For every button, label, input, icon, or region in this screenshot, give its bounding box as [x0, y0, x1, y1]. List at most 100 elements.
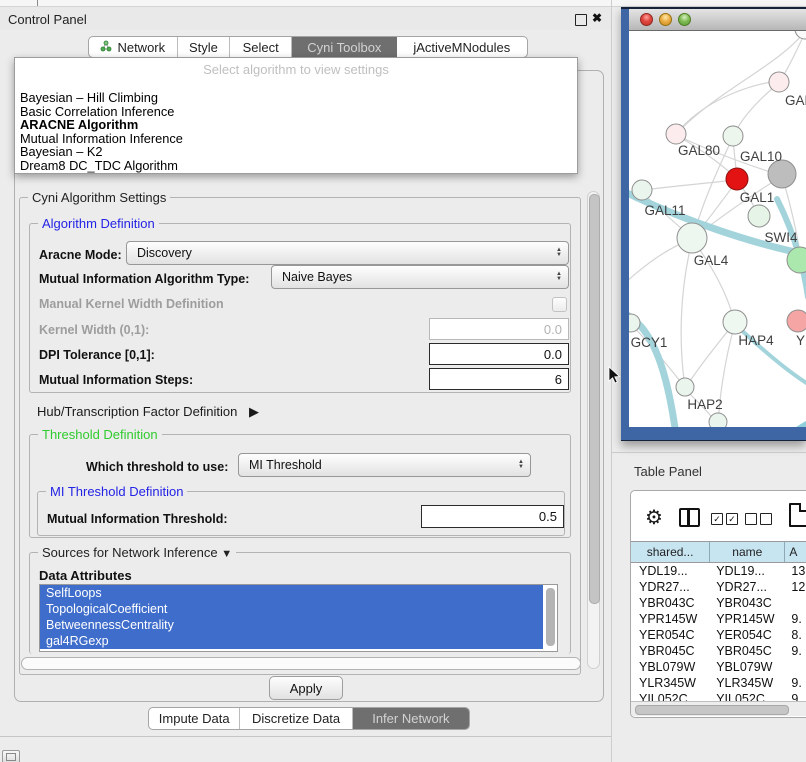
network-node-label: GCY1 — [631, 335, 668, 350]
network-node[interactable] — [709, 413, 727, 427]
network-node-gcy1[interactable] — [629, 314, 640, 332]
network-window-titlebar[interactable] — [629, 9, 806, 31]
unchecked-checkbox-icon[interactable] — [745, 513, 757, 525]
kernel-width-input[interactable]: 0.0 — [429, 318, 569, 340]
column-header-name[interactable]: name — [710, 541, 785, 563]
which-threshold-dropdown[interactable]: MI Threshold ▲▼ — [238, 453, 531, 477]
attributes-scrollbar-thumb[interactable] — [546, 588, 555, 646]
algorithm-item-bayesian-k2[interactable]: Bayesian – K2 — [15, 145, 577, 159]
threshold-definition-legend: Threshold Definition — [38, 427, 162, 442]
aracne-mode-dropdown[interactable]: Discovery ▲▼ — [126, 241, 569, 265]
attribute-item-selfloops[interactable]: SelfLoops — [40, 585, 543, 601]
bottom-tab-impute-data[interactable]: Impute Data — [149, 708, 240, 729]
attribute-item-topologicalcoefficient[interactable]: TopologicalCoefficient — [40, 601, 543, 617]
unchecked-checkbox-icon[interactable] — [760, 513, 772, 525]
network-node-gal10[interactable] — [723, 126, 743, 146]
network-node-gal4[interactable] — [677, 223, 707, 253]
network-node-gal11[interactable] — [632, 180, 652, 200]
data-attributes-label: Data Attributes — [39, 568, 132, 583]
network-graph: GALGAL80GAL10GAL1GAL11SWI4GAL4GCY1HAP4YH… — [629, 31, 806, 427]
network-node-swi4[interactable] — [748, 205, 770, 227]
window-zoom-traffic-icon[interactable] — [678, 13, 691, 26]
settings-horizontal-scrollbar[interactable] — [21, 657, 581, 670]
network-node[interactable] — [768, 160, 796, 188]
network-node-gal1[interactable] — [726, 168, 748, 190]
network-node-hap2[interactable] — [676, 378, 694, 396]
network-canvas[interactable]: GALGAL80GAL10GAL1GAL11SWI4GAL4GCY1HAP4YH… — [629, 31, 806, 427]
tab-select[interactable]: Select — [230, 37, 292, 57]
sources-legend[interactable]: Sources for Network Inference ▼ — [38, 545, 236, 560]
apply-button[interactable]: Apply — [269, 676, 343, 700]
network-node-gal[interactable] — [769, 72, 789, 92]
table-row[interactable]: YBR045CYBR045C9. — [631, 643, 806, 659]
network-node[interactable] — [795, 31, 806, 39]
dpi-tolerance-input[interactable]: 0.0 — [429, 343, 569, 365]
table-panel-box: ⚙ ✓ ✓ shared... name A YDL19...YDL19...1… — [630, 490, 806, 718]
checked-checkbox-icon[interactable]: ✓ — [726, 513, 738, 525]
algorithm-item-bayesian-hill-climbing[interactable]: Bayesian – Hill Climbing — [15, 91, 577, 105]
table-row[interactable]: YPR145WYPR145W9. — [631, 611, 806, 627]
network-node-y[interactable] — [787, 310, 806, 332]
network-node-label: GAL1 — [740, 190, 775, 205]
table-row[interactable]: YDL19...YDL19...13 — [631, 563, 806, 579]
network-node-label: Y — [796, 333, 805, 348]
table-row[interactable]: YDR27...YDR27...12 — [631, 579, 806, 595]
table-row[interactable]: YLR345WYLR345W9. — [631, 675, 806, 691]
mi-type-label: Mutual Information Algorithm Type: — [39, 272, 249, 286]
algorithm-item-basic-correlation-inference[interactable]: Basic Correlation Inference — [15, 105, 577, 119]
column-header-shared-name[interactable]: shared... — [631, 541, 710, 563]
attribute-item-betweennesscentrality[interactable]: BetweennessCentrality — [40, 617, 543, 633]
mi-type-dropdown[interactable]: Naive Bayes ▲▼ — [271, 265, 569, 289]
algorithm-item-dream8-dc-tdc-algorithm[interactable]: Dream8 DC_TDC Algorithm — [15, 159, 577, 173]
table-row[interactable]: YER054CYER054C8. — [631, 627, 806, 643]
aracne-mode-value: Discovery — [137, 246, 192, 260]
table-row[interactable]: YBR043CYBR043C — [631, 595, 806, 611]
tab-label: Network — [117, 40, 165, 55]
close-icon[interactable]: ✖ — [592, 11, 602, 25]
manual-kernel-checkbox[interactable] — [552, 297, 567, 312]
table-cell: YER054C — [710, 627, 785, 643]
window-close-traffic-icon[interactable] — [640, 13, 653, 26]
import-table-icon[interactable] — [789, 503, 806, 527]
column-header-clipped[interactable]: A — [785, 541, 806, 563]
mi-steps-input[interactable]: 6 — [429, 368, 569, 390]
checked-checkbox-icon[interactable]: ✓ — [711, 513, 723, 525]
network-node-gal80[interactable] — [666, 124, 686, 144]
algorithm-item-aracne-algorithm[interactable]: ARACNE Algorithm — [15, 118, 577, 132]
columns-icon-divider — [687, 510, 690, 525]
panel-bottom-divider — [0, 736, 611, 737]
algorithm-popup: Select algorithm to view settings Bayesi… — [14, 57, 578, 174]
table-cell: 8. — [785, 627, 806, 643]
gear-icon[interactable]: ⚙ — [645, 505, 663, 530]
network-node-label: HAP2 — [687, 397, 722, 412]
tab-cyni-toolbox[interactable]: Cyni Toolbox — [292, 37, 397, 57]
algorithm-item-mutual-information-inference[interactable]: Mutual Information Inference — [15, 132, 577, 146]
float-panel-icon[interactable] — [575, 14, 587, 26]
algorithm-popup-hint: Select algorithm to view settings — [15, 62, 577, 77]
bottom-tab-infer-network[interactable]: Infer Network — [353, 708, 469, 729]
bottom-tab-discretize-data[interactable]: Discretize Data — [240, 708, 352, 729]
cyni-algorithm-settings-legend: Cyni Algorithm Settings — [28, 190, 170, 205]
tab-style[interactable]: Style — [178, 37, 231, 57]
mi-threshold-label: Mutual Information Threshold: — [47, 512, 228, 526]
table-horizontal-scrollbar[interactable] — [631, 701, 806, 716]
settings-scrollbar-thumb[interactable] — [589, 194, 600, 604]
tab-label: Cyni Toolbox — [307, 40, 381, 55]
network-node-hap4[interactable] — [723, 310, 747, 334]
hub-definition-toggle[interactable]: Hub/Transcription Factor Definition ▶ — [37, 404, 259, 420]
dropdown-spinner-icon: ▲▼ — [556, 248, 562, 258]
attribute-item-gal4rgexp[interactable]: gal4RGexp — [40, 633, 543, 649]
columns-icon[interactable] — [679, 508, 700, 527]
mini-panel-button[interactable] — [2, 750, 20, 762]
tab-jactivemnodules[interactable]: jActiveMNodules — [397, 37, 527, 57]
window-minimize-traffic-icon[interactable] — [659, 13, 672, 26]
table-cell: YBR043C — [631, 595, 710, 611]
network-node-label: HAP4 — [738, 333, 774, 348]
data-attributes-list[interactable]: SelfLoopsTopologicalCoefficientBetweenne… — [39, 584, 558, 652]
settings-vertical-scrollbar[interactable] — [587, 191, 600, 669]
tab-network[interactable]: Network — [89, 37, 178, 57]
table-row[interactable]: YBL079WYBL079W — [631, 659, 806, 675]
mi-threshold-input[interactable]: 0.5 — [421, 505, 564, 528]
table-cell: 9. — [785, 643, 806, 659]
table-scrollbar-thumb[interactable] — [635, 705, 789, 715]
